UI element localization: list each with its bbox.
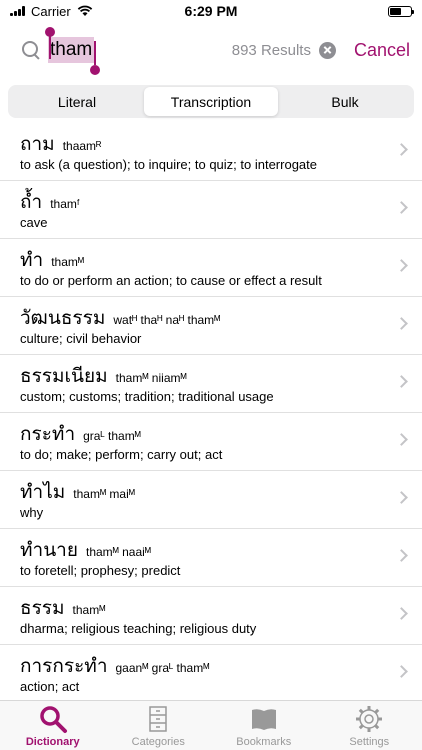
entry-transcription: thamᴹ niiamᴹ: [115, 371, 187, 385]
entry-transcription: watᴴ thaᴴ naᴴ thamᴹ: [113, 313, 221, 327]
entry-definition: to do; make; perform; carry out; act: [20, 447, 223, 462]
entry-definition: action; act: [20, 679, 80, 694]
chevron-right-icon: [395, 491, 408, 504]
tab-settings[interactable]: Settings: [317, 701, 422, 750]
chevron-right-icon: [395, 433, 408, 446]
gear-icon: [356, 706, 383, 732]
tab-label: Settings: [349, 736, 390, 748]
selection-end-handle[interactable]: [90, 41, 101, 75]
entry-definition: custom; customs; tradition; traditional …: [20, 389, 274, 404]
entry-definition: to foretell; prophesy; predict: [20, 563, 181, 578]
entry-transcription: thamᴹ: [51, 255, 85, 269]
entry-thai: ทำนาย: [20, 539, 78, 561]
list-item[interactable]: ธรรม thamᴹ dharma; religious teaching; re…: [0, 587, 422, 645]
chevron-right-icon: [395, 607, 408, 620]
tab-bookmarks[interactable]: Bookmarks: [211, 701, 317, 750]
list-item[interactable]: ทำนาย thamᴹ naaiᴹ to foretell; prophesy; …: [0, 529, 422, 587]
search-icon: [20, 39, 42, 61]
tab-dictionary[interactable]: Dictionary: [0, 701, 106, 750]
entry-definition: to do or perform an action; to cause or …: [20, 273, 322, 288]
wifi-icon: [77, 5, 92, 16]
entry-thai: ธรรมเนียม: [20, 365, 108, 387]
entry-definition: dharma; religious teaching; religious du…: [20, 621, 257, 636]
entry-definition: why: [20, 505, 44, 520]
entry-thai: วัฒนธรรม: [20, 307, 106, 329]
list-item[interactable]: ทำไม thamᴹ maiᴹ why: [0, 471, 422, 529]
cancel-button[interactable]: Cancel: [354, 40, 410, 61]
magnifier-icon: [40, 706, 67, 733]
entry-definition: culture; civil behavior: [20, 331, 142, 346]
entry-thai: ธรรม: [20, 597, 65, 619]
entry-transcription: thamᴹ maiᴹ: [73, 487, 135, 501]
search-row: tham 893 Results Cancel: [0, 24, 422, 76]
list-item[interactable]: วัฒนธรรม watᴴ thaᴴ naᴴ thamᴹ culture; civ…: [0, 297, 422, 355]
tab-label: Bookmarks: [236, 736, 292, 748]
search-input[interactable]: tham: [45, 27, 101, 75]
segment-bulk[interactable]: Bulk: [278, 87, 412, 116]
selection-start-handle[interactable]: [45, 27, 55, 59]
chevron-right-icon: [395, 665, 408, 678]
status-bar: Carrier 6:29 PM: [0, 0, 422, 22]
status-left: Carrier: [10, 4, 93, 19]
entry-thai: ถาม: [20, 133, 55, 155]
tab-bar: Dictionary Categories Bookmarks Settings: [0, 700, 422, 750]
list-item[interactable]: ทำ thamᴹ to do or perform an action; to c…: [0, 239, 422, 297]
entry-transcription: graᴸ thamᴹ: [83, 429, 141, 443]
tab-categories[interactable]: Categories: [106, 701, 212, 750]
entry-transcription: gaanᴹ graᴸ thamᴹ: [115, 661, 210, 675]
chevron-right-icon: [395, 317, 408, 330]
search-mode-segmented-control: Literal Transcription Bulk: [8, 85, 414, 118]
chevron-right-icon: [395, 143, 408, 156]
entry-transcription: thamᴹ naaiᴹ: [85, 545, 151, 559]
entry-definition: to ask (a question); to inquire; to quiz…: [20, 157, 318, 172]
entry-definition: cave: [20, 215, 48, 230]
entry-transcription: thaamᴿ: [62, 139, 102, 153]
entry-thai: ทำไม: [20, 481, 66, 503]
battery-icon: [388, 5, 414, 17]
chevron-right-icon: [395, 259, 408, 272]
chevron-right-icon: [395, 201, 408, 214]
entry-thai: ทำ: [20, 249, 44, 271]
search-query-text: tham: [48, 37, 95, 63]
list-item[interactable]: ถาม thaamᴿ to ask (a question); to inquir…: [0, 123, 422, 181]
segment-literal[interactable]: Literal: [10, 87, 144, 116]
tab-label: Categories: [131, 736, 185, 748]
segment-transcription[interactable]: Transcription: [144, 87, 278, 116]
chevron-right-icon: [395, 375, 408, 388]
carrier-label: Carrier: [31, 3, 71, 19]
results-list: ถาม thaamᴿ to ask (a question); to inquir…: [0, 123, 422, 703]
search-field[interactable]: tham 893 Results: [20, 27, 354, 75]
entry-thai: กระทำ: [20, 423, 76, 445]
list-item[interactable]: กระทำ graᴸ thamᴹ to do; make; perform; ca…: [0, 413, 422, 471]
book-icon: [251, 709, 276, 730]
entry-transcription: thamᶠ: [50, 197, 80, 211]
cabinet-icon: [149, 706, 167, 732]
list-item[interactable]: ธรรมเนียม thamᴹ niiamᴹ custom; customs; t…: [0, 355, 422, 413]
signal-icon: [10, 6, 25, 16]
results-count: 893 Results: [231, 41, 311, 59]
entry-transcription: thamᴹ: [72, 603, 106, 617]
entry-thai: ถ้ำ: [20, 191, 43, 213]
entry-thai: การกระทำ: [20, 655, 108, 677]
list-item[interactable]: การกระทำ gaanᴹ graᴸ thamᴹ action; act: [0, 645, 422, 703]
clear-search-icon[interactable]: [318, 41, 336, 59]
chevron-right-icon: [395, 549, 408, 562]
tab-label: Dictionary: [25, 736, 80, 748]
list-item[interactable]: ถ้ำ thamᶠ cave: [0, 181, 422, 239]
